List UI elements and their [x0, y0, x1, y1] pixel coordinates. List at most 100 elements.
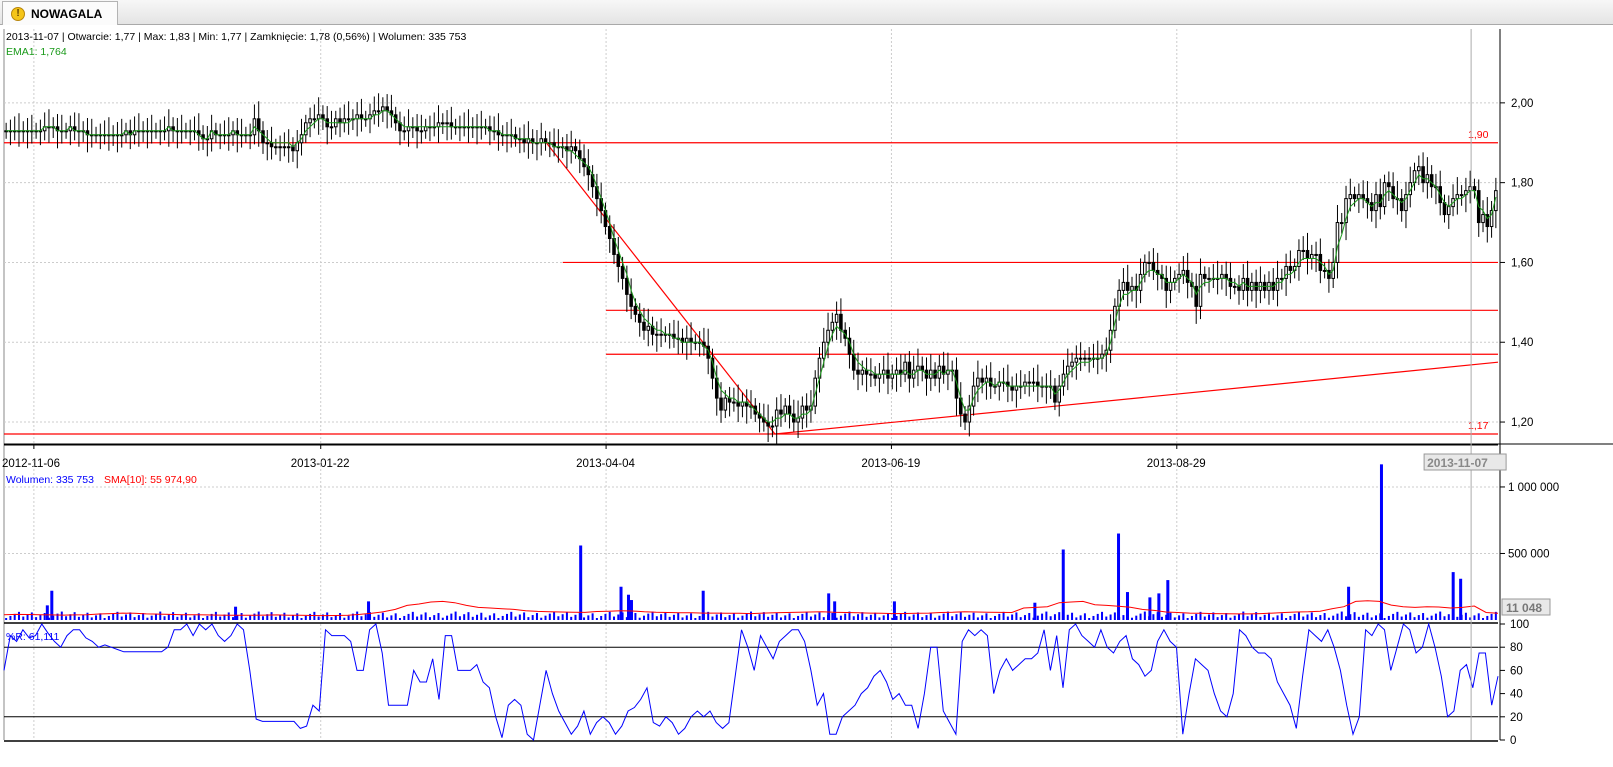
candle-body — [1168, 281, 1173, 291]
candle-body — [543, 138, 548, 144]
volume-bar — [1079, 615, 1082, 620]
volume-bar — [22, 616, 25, 620]
candle-body — [732, 401, 736, 404]
volume-spike — [367, 601, 371, 620]
candle-body — [976, 377, 980, 387]
candle-body — [1078, 357, 1083, 360]
volume-bar — [1306, 614, 1309, 620]
volume-bar — [844, 613, 847, 620]
volume-grid — [4, 461, 1498, 620]
volume-bar — [955, 614, 958, 620]
y-tick-label: 80 — [1510, 642, 1523, 654]
volume-bar — [86, 612, 89, 620]
candle-body — [1224, 273, 1228, 279]
candle-body — [607, 226, 612, 240]
candle-body — [719, 397, 723, 411]
volume-bar — [283, 612, 286, 620]
volume-bar — [617, 614, 620, 620]
candle-body — [903, 361, 907, 375]
y-tick-label: 1,80 — [1511, 178, 1533, 190]
candle-body — [316, 114, 321, 120]
candle-body — [381, 106, 385, 112]
volume-bar — [1366, 612, 1369, 620]
volume-bar — [1246, 616, 1249, 620]
candle-body — [321, 114, 325, 120]
volume-bar — [39, 615, 42, 620]
volume-bar — [1319, 615, 1322, 620]
volume-panel[interactable]: 1 000 000500 00011 048 Wolumen: 335 753 … — [3, 461, 1559, 620]
candle-body — [1087, 357, 1091, 360]
candle-body — [1245, 277, 1250, 291]
candle-body — [1429, 174, 1434, 188]
williams-r-panel[interactable]: 100 80 60 40 20 0 %R: 61,111 — [3, 619, 1529, 747]
volume-bar — [647, 613, 650, 620]
volume-bar — [518, 614, 521, 620]
candle-body — [1348, 194, 1353, 200]
candle-body — [642, 321, 646, 331]
volume-bar — [797, 615, 800, 620]
volume-bar — [296, 613, 299, 620]
volume-bar — [90, 617, 93, 620]
volume-bar — [77, 616, 80, 620]
volume-bar — [107, 615, 110, 620]
volume-bar — [493, 613, 496, 620]
candle-body — [359, 114, 364, 120]
candle-body — [633, 305, 638, 315]
candle-body — [727, 397, 732, 403]
volume-bar — [1006, 616, 1009, 620]
volume-bar — [1267, 612, 1270, 620]
volume-bar — [1208, 614, 1211, 620]
volume-bar — [1280, 613, 1283, 620]
chart-area[interactable]: 1,901,17 2,00 1,80 1,60 1,40 1,20 2012-11-06… — [0, 27, 1613, 767]
volume-bar — [690, 613, 693, 620]
volume-bar — [1426, 617, 1429, 620]
price-panel[interactable]: 1,901,17 2,00 1,80 1,60 1,40 1,20 2012-11-06… — [2, 29, 1533, 470]
volume-bar — [60, 611, 63, 620]
volume-spike — [234, 606, 238, 620]
candle-body — [800, 405, 805, 419]
y-tick-label: 500 000 — [1508, 548, 1550, 560]
volume-bar — [309, 613, 312, 620]
candle-body — [907, 361, 912, 379]
candle-body — [338, 118, 342, 124]
price-y-axis: 2,00 1,80 1,60 1,40 1,20 — [1500, 98, 1533, 429]
volume-bar — [416, 616, 419, 620]
support-resistance-lines: 1,901,17 — [4, 129, 1498, 435]
y-tick-label: 1,60 — [1511, 257, 1533, 269]
volume-bar — [1332, 615, 1335, 620]
volume-bar — [184, 612, 187, 620]
candle-body — [1335, 222, 1340, 263]
volume-bar — [1336, 613, 1339, 620]
candle-body — [659, 333, 663, 336]
volume-bar — [433, 615, 436, 620]
volume-y-axis: 1 000 000 500 000 11 048 — [1500, 482, 1559, 616]
candle-body — [920, 365, 925, 371]
volume-bar — [685, 615, 688, 620]
volume-bar — [1109, 614, 1112, 620]
candle-body — [539, 138, 544, 144]
volume-bar — [557, 616, 560, 620]
volume-bar — [831, 613, 834, 620]
candles — [4, 93, 1498, 444]
volume-bar — [261, 616, 264, 620]
candle-body — [1455, 194, 1460, 200]
candle-body — [821, 341, 826, 359]
y-tick-label: 100 — [1510, 619, 1529, 631]
volume-bar — [428, 617, 431, 620]
volume-bar — [908, 616, 911, 620]
williams-r-grid — [4, 624, 1498, 740]
volume-bar — [1430, 615, 1433, 620]
tab-nowagala[interactable]: ! NOWAGALA — [2, 1, 118, 25]
volume-bar — [232, 617, 235, 620]
williams-r-line — [3, 622, 1499, 741]
volume-spike — [1379, 464, 1383, 620]
candle-body — [1027, 381, 1032, 384]
volume-bar — [1216, 617, 1219, 620]
volume-bar — [886, 613, 889, 620]
volume-spike — [1117, 533, 1121, 620]
volume-bar — [339, 613, 342, 620]
volume-bar — [698, 615, 701, 620]
candle-body — [569, 146, 573, 152]
candle-body — [1361, 194, 1365, 200]
volume-bar — [1345, 616, 1348, 620]
